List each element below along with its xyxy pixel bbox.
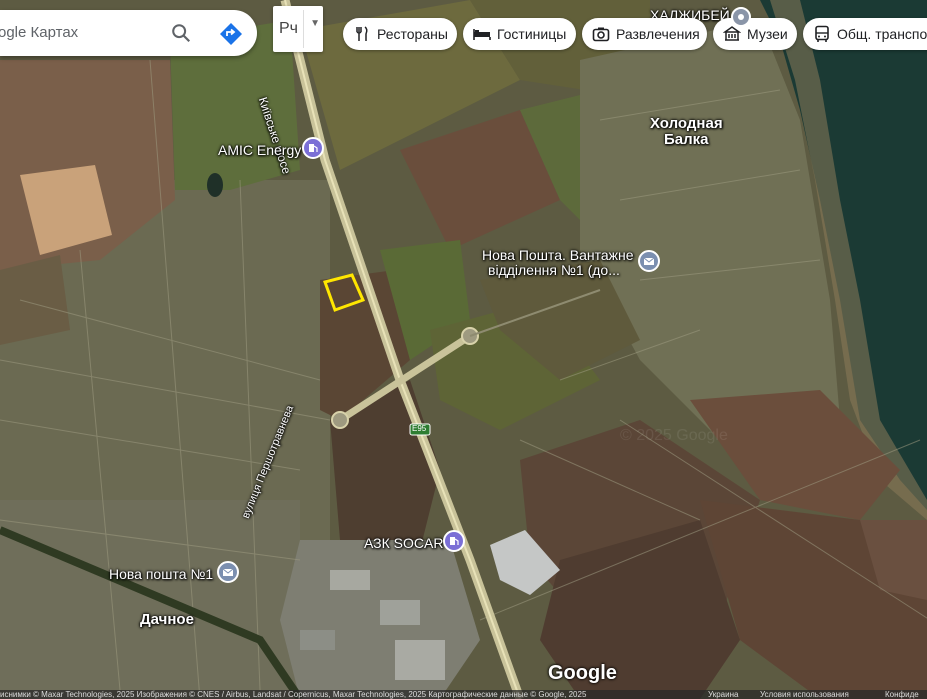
terms-link[interactable]: Условия использования [760,690,849,699]
amic-energy-label[interactable]: AMIC Energy [218,142,301,158]
attribution-bar: иснимки © Maxar Technologies, 2025 Изобр… [0,690,927,699]
dachnoe-label: Дачное [140,611,194,628]
layer-toggle-button[interactable]: Рч ▼ [273,6,323,52]
layer-label: Рч [279,20,299,37]
fuel-pump-icon [309,144,318,152]
fuel-pump-icon [450,537,459,545]
nova-poshta-cargo-label-2[interactable]: відділення №1 (до... [488,262,620,278]
search-icon[interactable] [170,22,192,44]
fuel-station-pin[interactable] [302,137,324,159]
privacy-link[interactable]: Конфиде [885,690,919,699]
directions-icon[interactable] [219,22,243,46]
kholodna-balka-label-1: Холодная [650,115,723,132]
pin-icon [738,14,744,20]
bed-icon [473,29,491,40]
nova-poshta-1-label[interactable]: Нова пошта №1 [109,566,213,582]
chip-museums[interactable]: Музеи [713,18,797,50]
chip-transit[interactable]: Общ. транспорт [803,18,927,50]
post-office-pin[interactable] [638,250,660,272]
chip-entertainment[interactable]: Развлечения [582,18,707,50]
chip-label: Общ. транспорт [837,26,927,42]
chip-label: Рестораны [377,26,448,42]
divider [303,10,304,48]
nova-poshta-cargo-label-1[interactable]: Нова Пошта. Вантажне [482,247,634,263]
chip-label: Развлечения [616,26,700,42]
chip-hotels[interactable]: Гостиницы [463,18,576,50]
envelope-icon [222,568,234,576]
fuel-station-pin[interactable] [443,530,465,552]
camera-icon [592,27,610,42]
envelope-icon [643,257,655,265]
kholodna-balka-label-2: Балка [664,131,709,148]
country-link[interactable]: Украина [708,690,738,699]
chip-label: Музеи [747,26,788,42]
azk-socar-label[interactable]: АЗК SOCAR [364,535,443,551]
satellite-map[interactable]: © 2025 Google [0,0,927,699]
chip-label: Гостиницы [497,26,567,42]
bus-icon [815,25,829,42]
museum-icon [723,26,741,41]
search-box[interactable]: ogle Картах [0,10,257,56]
fork-knife-icon [356,26,368,41]
chip-restaurants[interactable]: Рестораны [343,18,457,50]
post-office-pin[interactable] [217,561,239,583]
google-logo: Google [548,662,617,684]
caret-down-icon[interactable]: ▼ [310,18,320,29]
e95-road-label: E95 [412,424,427,433]
attribution-text: иснимки © Maxar Technologies, 2025 Изобр… [0,690,587,699]
svg-text:© 2025 Google: © 2025 Google [620,427,728,444]
search-input[interactable]: ogle Картах [0,24,78,41]
place-pin[interactable] [731,7,751,27]
